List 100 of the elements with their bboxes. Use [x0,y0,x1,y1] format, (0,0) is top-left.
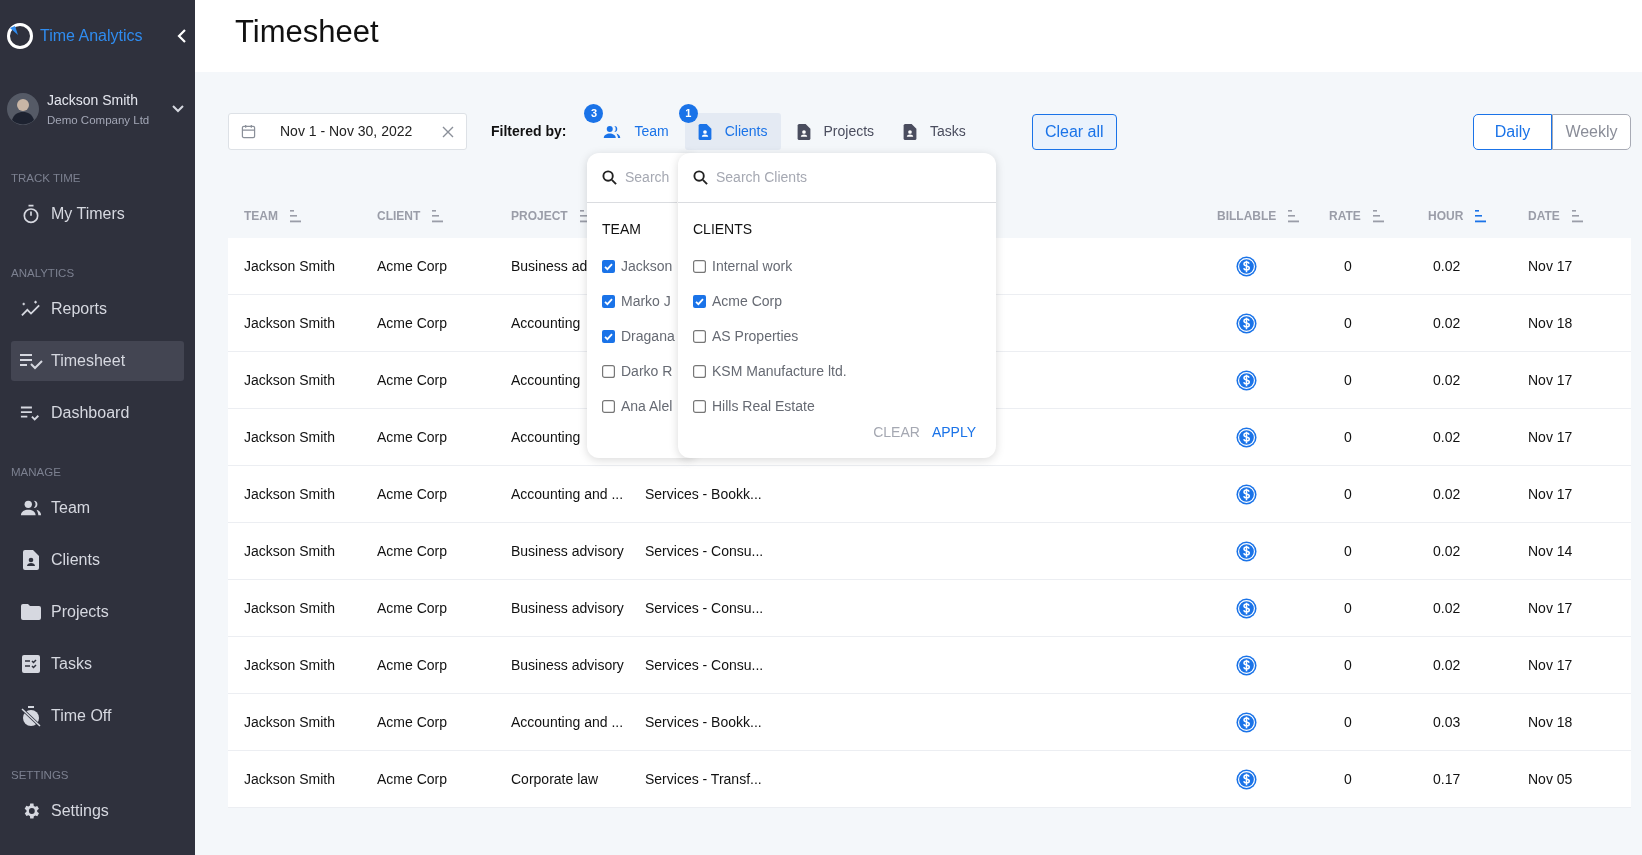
table-cell: Nov 17 [1528,656,1573,673]
nav-item[interactable]: Dashboard [11,393,184,433]
sort-icon[interactable] [1475,209,1487,223]
checkbox[interactable] [693,365,706,378]
checkbox[interactable] [693,295,706,308]
checkbox[interactable] [602,330,615,343]
stopwatch-off-icon [19,705,43,727]
date-range-text: Nov 1 - Nov 30, 2022 [280,122,413,141]
filter-tab[interactable]: Tasks [890,113,979,150]
table-cell: 0.02 [1433,599,1461,616]
nav-item[interactable]: Settings [11,791,184,831]
table-cell: Nov 17 [1528,428,1573,445]
table-cell: Accounting [511,314,581,331]
option-label[interactable]: KSM Manufacture ltd. [712,361,847,382]
checkbox[interactable] [693,400,706,413]
column-header: DATE [1528,208,1560,225]
list-check-icon [19,352,43,370]
table-cell: Nov 17 [1528,485,1573,502]
option-label[interactable]: Hills Real Estate [712,396,815,417]
avatar [7,93,39,125]
table-cell: Nov 18 [1528,314,1573,331]
nav-item[interactable]: Time Off [11,696,184,736]
table-cell: Services - Bookk... [645,485,762,502]
option-label[interactable]: Ana Alel [621,396,673,417]
table-cell: Acme Corp [377,314,448,331]
option-label[interactable]: AS Properties [712,326,799,347]
table-cell: Jackson Smith [244,371,336,388]
view-toggle-button[interactable]: Weekly [1552,113,1631,150]
table-cell: Acme Corp [377,770,448,787]
table-cell: 0 [1344,599,1352,616]
collapse-icon[interactable] [177,28,187,44]
nav-item[interactable]: My Timers [11,194,184,234]
table-cell: Jackson Smith [244,314,336,331]
nav-item[interactable]: Timesheet [11,341,184,381]
option-label[interactable]: Internal work [712,256,793,277]
table-cell: Jackson Smith [244,542,336,559]
filter-label: Filtered by: [491,122,567,141]
contact-card-icon [903,123,918,140]
contact-card-icon [697,123,712,140]
user-name: Jackson Smith [47,90,140,109]
checkbox[interactable] [693,330,706,343]
nav-item[interactable]: Tasks [11,644,184,684]
dropdown-action-button[interactable]: APPLY [931,422,976,443]
table-cell: Jackson Smith [244,599,336,616]
logo-icon [6,22,34,50]
clear-all-button[interactable]: Clear all [1031,113,1117,150]
table-cell: Nov 18 [1528,713,1573,730]
table-cell: 0.02 [1433,371,1461,388]
people-icon [603,124,622,139]
nav-item[interactable]: Projects [11,592,184,632]
table-cell: Business advisory [511,599,624,616]
view-toggle-button[interactable]: Daily [1473,113,1552,150]
sort-icon[interactable] [290,209,301,223]
table-cell: 0 [1344,770,1352,787]
table-cell: Acme Corp [377,371,448,388]
section-label: SETTINGS [10,768,70,783]
table-cell: Nov 17 [1528,599,1573,616]
sort-icon[interactable] [1288,209,1300,223]
search-field[interactable]: Search [625,167,669,188]
table-cell: Jackson Smith [244,428,336,445]
sort-icon[interactable] [1372,209,1384,223]
table-cell: Corporate law [511,770,599,787]
table-cell: Nov 17 [1528,371,1573,388]
nav-item[interactable]: Clients [11,540,184,580]
option-label[interactable]: Dragana [621,326,675,347]
section-label: TRACK TIME [10,171,82,186]
table-cell: 0.02 [1433,542,1461,559]
section-label: ANALYTICS [10,266,76,281]
table-cell: 0.02 [1433,257,1461,274]
option-label[interactable]: Marko J [621,291,671,312]
date-range-field[interactable]: Nov 1 - Nov 30, 2022 [228,113,467,150]
checkbox[interactable] [602,295,615,308]
checkbox[interactable] [602,260,615,273]
option-label[interactable]: Acme Corp [712,291,783,312]
nav-item[interactable]: Team [11,488,184,528]
option-label[interactable]: Jackson [621,256,673,277]
sort-icon[interactable] [1571,209,1583,223]
checkbox[interactable] [693,260,706,273]
sort-icon[interactable] [432,209,444,223]
filter-tab[interactable]: Projects [783,113,888,150]
table-cell: Acme Corp [377,713,448,730]
option-label[interactable]: Darko R [621,361,673,382]
list-heading: TEAM [601,220,642,237]
table-cell: Business ad [511,257,588,274]
table-cell: Nov 17 [1528,257,1573,274]
table-cell: Accounting [511,371,581,388]
count-badge: 1 [678,104,698,123]
nav-item[interactable]: Reports [11,289,184,329]
chevron-down-icon[interactable] [171,104,185,114]
table-cell: Services - Consu... [645,599,764,616]
table-cell: 0 [1344,257,1352,274]
page-title: Timesheet [235,12,379,51]
search-icon [693,170,708,185]
search-field[interactable]: Search Clients [716,167,946,188]
table-cell: Business advisory [511,542,624,559]
checkbox[interactable] [602,400,615,413]
close-icon[interactable] [442,125,454,138]
column-header: CLIENT [377,208,421,225]
checkbox[interactable] [602,365,615,378]
people-icon [19,499,43,517]
